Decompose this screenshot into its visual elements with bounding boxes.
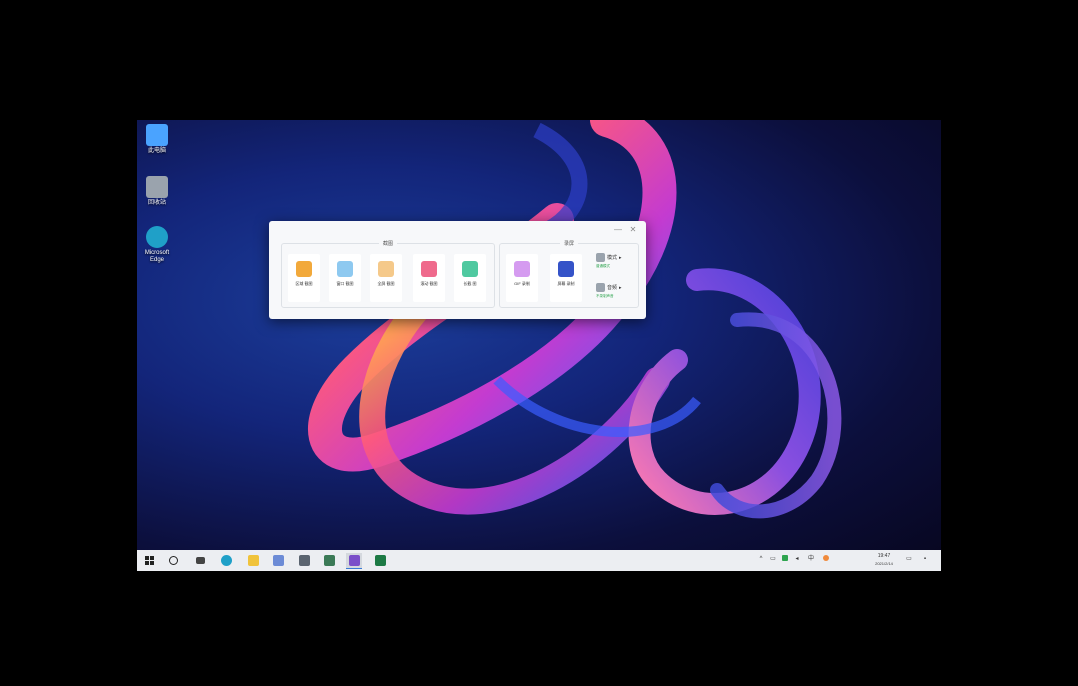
- app-icon: [323, 555, 335, 566]
- windows-start-icon: [144, 556, 154, 565]
- desktop: 此电脑 回收站 Microsoft Edge — ✕ 截图 区域 截图 窗口 截…: [137, 120, 941, 571]
- record-group: 录屏 GIF 录制 屏幕 录制 模式 ▸ 普通模式 音频 ▸ 不录制声音: [499, 240, 639, 308]
- notification-icon[interactable]: ▪: [921, 555, 929, 563]
- close-button[interactable]: ✕: [628, 225, 638, 235]
- screen-record-button[interactable]: 屏幕 录制: [550, 254, 582, 302]
- app-icon: [272, 555, 284, 566]
- tool-label: 滚动 截图: [420, 281, 438, 286]
- window-capture-button[interactable]: 窗口 截图: [329, 254, 361, 302]
- tool-label: 长截 图: [463, 281, 477, 286]
- tool-label: 窗口 截图: [336, 281, 354, 286]
- desktop-icon-recycle-bin[interactable]: 回收站: [139, 176, 175, 207]
- window-capture-icon: [337, 261, 353, 277]
- visual-studio-icon: [348, 555, 360, 566]
- app-tray-icon[interactable]: [781, 555, 789, 563]
- notification-icon[interactable]: ▭: [905, 555, 913, 563]
- gif-record-button[interactable]: GIF 录制: [506, 254, 538, 302]
- edge-icon: [146, 226, 168, 248]
- clock-time: 19:47: [877, 553, 891, 559]
- wallpaper-image: [308, 120, 842, 519]
- windows-start-button[interactable]: [141, 553, 157, 568]
- taskbar-app[interactable]: [270, 553, 286, 568]
- taskbar-app[interactable]: [321, 553, 337, 568]
- tool-label: 全屏 截图: [377, 281, 395, 286]
- tool-label: 屏幕 录制: [557, 281, 575, 286]
- scroll-capture-icon: [421, 261, 437, 277]
- tool-label: GIF 录制: [514, 281, 530, 286]
- chevron-right-icon: ▸: [619, 254, 622, 261]
- scroll-capture-button[interactable]: 滚动 截图: [413, 254, 445, 302]
- region-capture-icon: [296, 261, 312, 277]
- audio-label: 音频: [607, 285, 618, 291]
- edge-icon: [220, 555, 232, 566]
- desktop-icon-label: 回收站: [147, 200, 166, 206]
- clock[interactable]: 19:47 2021/2/14: [859, 552, 909, 567]
- recycle-bin-icon: [146, 176, 168, 198]
- chevron-up-icon[interactable]: ^: [757, 555, 765, 563]
- app-icon: [298, 555, 310, 566]
- capture-group: 截图 区域 截图 窗口 截图 全屏 截图 滚动 截图 长截 图: [281, 240, 495, 308]
- ime-icon[interactable]: 中: [807, 555, 815, 563]
- taskbar-app-visual-studio[interactable]: [346, 553, 362, 569]
- long-capture-icon: [462, 261, 478, 277]
- audio-icon: [596, 283, 605, 292]
- desktop-icon-label: 此电脑: [147, 148, 166, 154]
- this-pc-icon: [146, 124, 168, 146]
- excel-icon: [374, 555, 386, 566]
- region-capture-button[interactable]: 区域 截图: [288, 254, 320, 302]
- taskbar-app-excel[interactable]: [372, 553, 388, 568]
- taskbar-app[interactable]: [296, 553, 312, 568]
- screenshot-tool-window: — ✕ 截图 区域 截图 窗口 截图 全屏 截图 滚动 截图 长截 图 录屏 G…: [269, 221, 646, 319]
- app-tray-icon[interactable]: [822, 555, 830, 563]
- group-title: 录屏: [559, 240, 579, 247]
- mode-selector[interactable]: 模式 ▸ 普通模式: [596, 252, 638, 278]
- desktop-icon-label: Microsoft Edge: [144, 250, 170, 263]
- fullscreen-capture-icon: [378, 261, 394, 277]
- mode-label: 模式: [607, 255, 618, 261]
- taskbar-app-file-explorer[interactable]: [245, 553, 261, 568]
- audio-selector[interactable]: 音频 ▸ 不录制声音: [596, 282, 638, 308]
- search-button[interactable]: [165, 553, 181, 568]
- volume-icon[interactable]: ◂: [793, 555, 801, 563]
- group-title: 截图: [378, 240, 398, 247]
- file-explorer-icon: [247, 555, 259, 566]
- audio-value: 不录制声音: [596, 294, 614, 298]
- task-view-icon: [195, 557, 205, 564]
- mode-icon: [596, 253, 605, 262]
- mode-value: 普通模式: [596, 264, 610, 268]
- minimize-button[interactable]: —: [613, 225, 623, 235]
- gif-record-icon: [514, 261, 530, 277]
- long-capture-button[interactable]: 长截 图: [454, 254, 486, 302]
- desktop-icon-edge[interactable]: Microsoft Edge: [139, 226, 175, 264]
- fullscreen-capture-button[interactable]: 全屏 截图: [370, 254, 402, 302]
- taskbar: ^ ▭ ◂ 中 19:47 2021/2/14 ▭ ▪: [137, 550, 941, 571]
- desktop-icon-this-pc[interactable]: 此电脑: [139, 124, 175, 155]
- chevron-right-icon: ▸: [619, 284, 622, 291]
- taskbar-app-edge[interactable]: [218, 553, 234, 568]
- screen-record-icon: [558, 261, 574, 277]
- tool-label: 区域 截图: [295, 281, 313, 286]
- search-circle-icon: [168, 556, 178, 565]
- task-view-button[interactable]: [192, 553, 208, 568]
- clock-date: 2021/2/14: [875, 561, 893, 566]
- network-icon[interactable]: ▭: [769, 555, 777, 563]
